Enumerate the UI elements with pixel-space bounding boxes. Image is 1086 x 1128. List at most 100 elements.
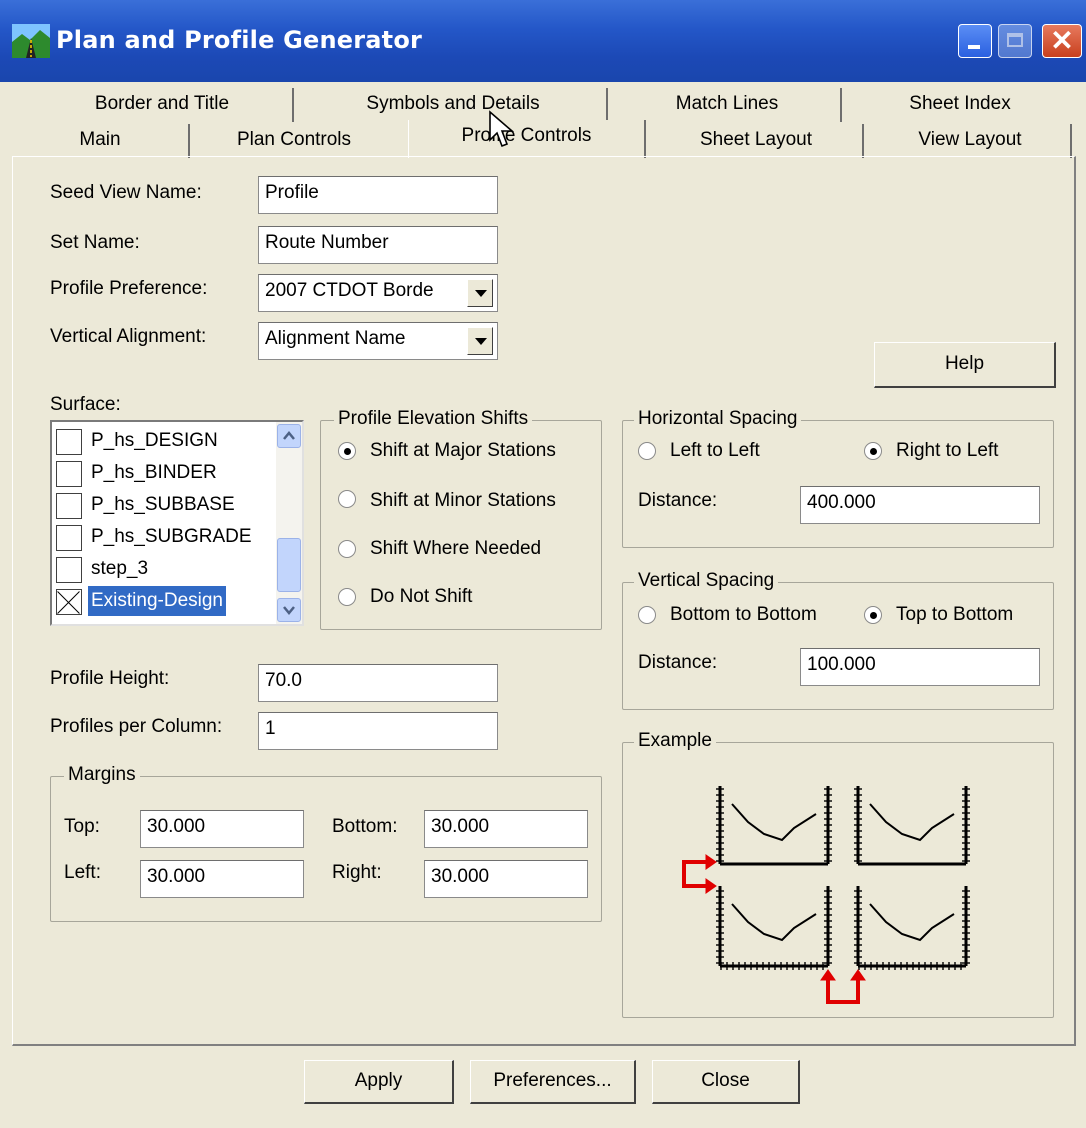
set-name-label: Set Name: (50, 232, 140, 253)
list-item[interactable]: P_hs_DESIGN (56, 426, 284, 456)
profiles-per-column-label: Profiles per Column: (50, 716, 223, 737)
seed-view-name-field[interactable]: Profile (258, 176, 498, 214)
surface-listbox[interactable]: P_hs_DESIGN P_hs_BINDER P_hs_SUBBASE P_h… (50, 420, 304, 626)
chevron-down-icon[interactable] (467, 327, 493, 355)
radio-shift-major[interactable] (338, 442, 356, 460)
shift-needed-label[interactable]: Shift Where Needed (370, 538, 541, 560)
scroll-thumb[interactable] (277, 538, 301, 592)
checkbox-checked[interactable] (56, 589, 82, 615)
profile-preference-select[interactable]: 2007 CTDOT Borde (258, 274, 498, 312)
surface-name: P_hs_DESIGN (91, 430, 218, 451)
profile-box-top-left (716, 786, 832, 866)
example-title: Example (634, 730, 716, 752)
chevron-up-icon (283, 431, 295, 440)
scroll-up-button[interactable] (277, 424, 301, 448)
margin-top-field[interactable]: 30.000 (140, 810, 304, 848)
tab-view-layout[interactable]: View Layout (870, 124, 1072, 158)
radio-bottom-to-bottom[interactable] (638, 606, 656, 624)
preferences-button[interactable]: Preferences... (470, 1060, 636, 1104)
checkbox[interactable] (56, 493, 82, 519)
chevron-down-icon (283, 606, 295, 615)
radio-right-to-left[interactable] (864, 442, 882, 460)
window-title: Plan and Profile Generator (56, 26, 423, 54)
chevron-down-icon[interactable] (467, 279, 493, 307)
profile-height-label: Profile Height: (50, 668, 170, 689)
radio-shift-minor[interactable] (338, 490, 356, 508)
bottom-to-bottom-label[interactable]: Bottom to Bottom (670, 604, 817, 626)
checkbox[interactable] (56, 557, 82, 583)
tab-sheet-layout[interactable]: Sheet Layout (650, 124, 864, 158)
vertical-alignment-select[interactable]: Alignment Name (258, 322, 498, 360)
surface-name: step_3 (91, 558, 149, 579)
margins-title: Margins (64, 764, 140, 786)
profile-height-field[interactable]: 70.0 (258, 664, 498, 702)
radio-top-to-bottom[interactable] (864, 606, 882, 624)
list-item[interactable]: P_hs_BINDER (56, 458, 284, 488)
surface-name: P_hs_BINDER (91, 462, 217, 483)
profile-box-top-right (854, 786, 970, 866)
surface-label: Surface: (50, 394, 121, 415)
radio-no-shift[interactable] (338, 588, 356, 606)
vertical-distance-field[interactable]: 100.000 (800, 648, 1040, 686)
tab-match-lines[interactable]: Match Lines (614, 88, 842, 122)
close-button[interactable]: Close (652, 1060, 800, 1104)
horizontal-distance-field[interactable]: 400.000 (800, 486, 1040, 524)
vertical-spacing-title: Vertical Spacing (634, 570, 779, 592)
radio-shift-needed[interactable] (338, 540, 356, 558)
surface-name: Existing-Design (88, 586, 226, 616)
scroll-down-button[interactable] (277, 598, 301, 622)
shift-minor-label[interactable]: Shift at Minor Stations (370, 490, 556, 512)
tab-profile-controls[interactable]: Profile Controls (408, 120, 646, 158)
vertical-alignment-label: Vertical Alignment: (50, 326, 207, 347)
margin-top-label: Top: (64, 816, 100, 837)
vertical-distance-label: Distance: (638, 652, 718, 673)
profile-box-bottom-left (716, 886, 832, 970)
right-to-left-label[interactable]: Right to Left (896, 440, 998, 462)
tab-strip: Border and Title Symbols and Details Mat… (0, 88, 1086, 158)
list-item[interactable]: P_hs_SUBGRADE (56, 522, 284, 552)
left-to-left-label[interactable]: Left to Left (670, 440, 760, 462)
minimize-button[interactable] (958, 24, 992, 58)
list-item[interactable]: P_hs_SUBBASE (56, 490, 284, 520)
set-name-field[interactable]: Route Number (258, 226, 498, 264)
apply-button[interactable]: Apply (304, 1060, 454, 1104)
list-item[interactable]: Existing-Design (56, 586, 284, 616)
margin-right-field[interactable]: 30.000 (424, 860, 588, 898)
close-icon: ✕ (1050, 25, 1074, 56)
profile-elevation-shifts-title: Profile Elevation Shifts (334, 408, 533, 430)
tab-border-and-title[interactable]: Border and Title (32, 88, 294, 122)
vertical-alignment-value: Alignment Name (265, 328, 406, 349)
mouse-cursor-icon (489, 110, 514, 148)
close-window-button[interactable]: ✕ (1042, 24, 1082, 58)
seed-view-name-label: Seed View Name: (50, 182, 202, 203)
no-shift-label[interactable]: Do Not Shift (370, 586, 472, 608)
horizontal-spacing-title: Horizontal Spacing (634, 408, 802, 430)
surface-name: P_hs_SUBBASE (91, 494, 235, 515)
profile-layout-example-diagram (682, 786, 970, 1004)
profiles-per-column-field[interactable]: 1 (258, 712, 498, 750)
top-to-bottom-label[interactable]: Top to Bottom (896, 604, 1013, 626)
margins-group (50, 776, 602, 922)
margin-left-label: Left: (64, 862, 101, 883)
radio-left-to-left[interactable] (638, 442, 656, 460)
title-bar[interactable]: Plan and Profile Generator ✕ (0, 0, 1086, 82)
checkbox[interactable] (56, 461, 82, 487)
tab-symbols-and-details[interactable]: Symbols and Details (300, 88, 608, 122)
tab-plan-controls[interactable]: Plan Controls (196, 124, 392, 158)
margin-left-field[interactable]: 30.000 (140, 860, 304, 898)
profile-box-bottom-right (854, 886, 970, 970)
tab-sheet-index[interactable]: Sheet Index (848, 88, 1072, 122)
surface-scrollbar[interactable] (276, 422, 302, 624)
road-app-icon (12, 24, 50, 58)
tab-main[interactable]: Main (12, 124, 190, 158)
maximize-button[interactable] (998, 24, 1032, 58)
list-item[interactable]: step_3 (56, 554, 284, 584)
surface-name: P_hs_SUBGRADE (91, 526, 252, 547)
checkbox[interactable] (56, 525, 82, 551)
margin-bottom-field[interactable]: 30.000 (424, 810, 588, 848)
checkbox[interactable] (56, 429, 82, 455)
margin-right-label: Right: (332, 862, 382, 883)
horizontal-spacing-arrow-icon (820, 969, 866, 1004)
shift-major-label[interactable]: Shift at Major Stations (370, 440, 556, 462)
help-button[interactable]: Help (874, 342, 1056, 388)
